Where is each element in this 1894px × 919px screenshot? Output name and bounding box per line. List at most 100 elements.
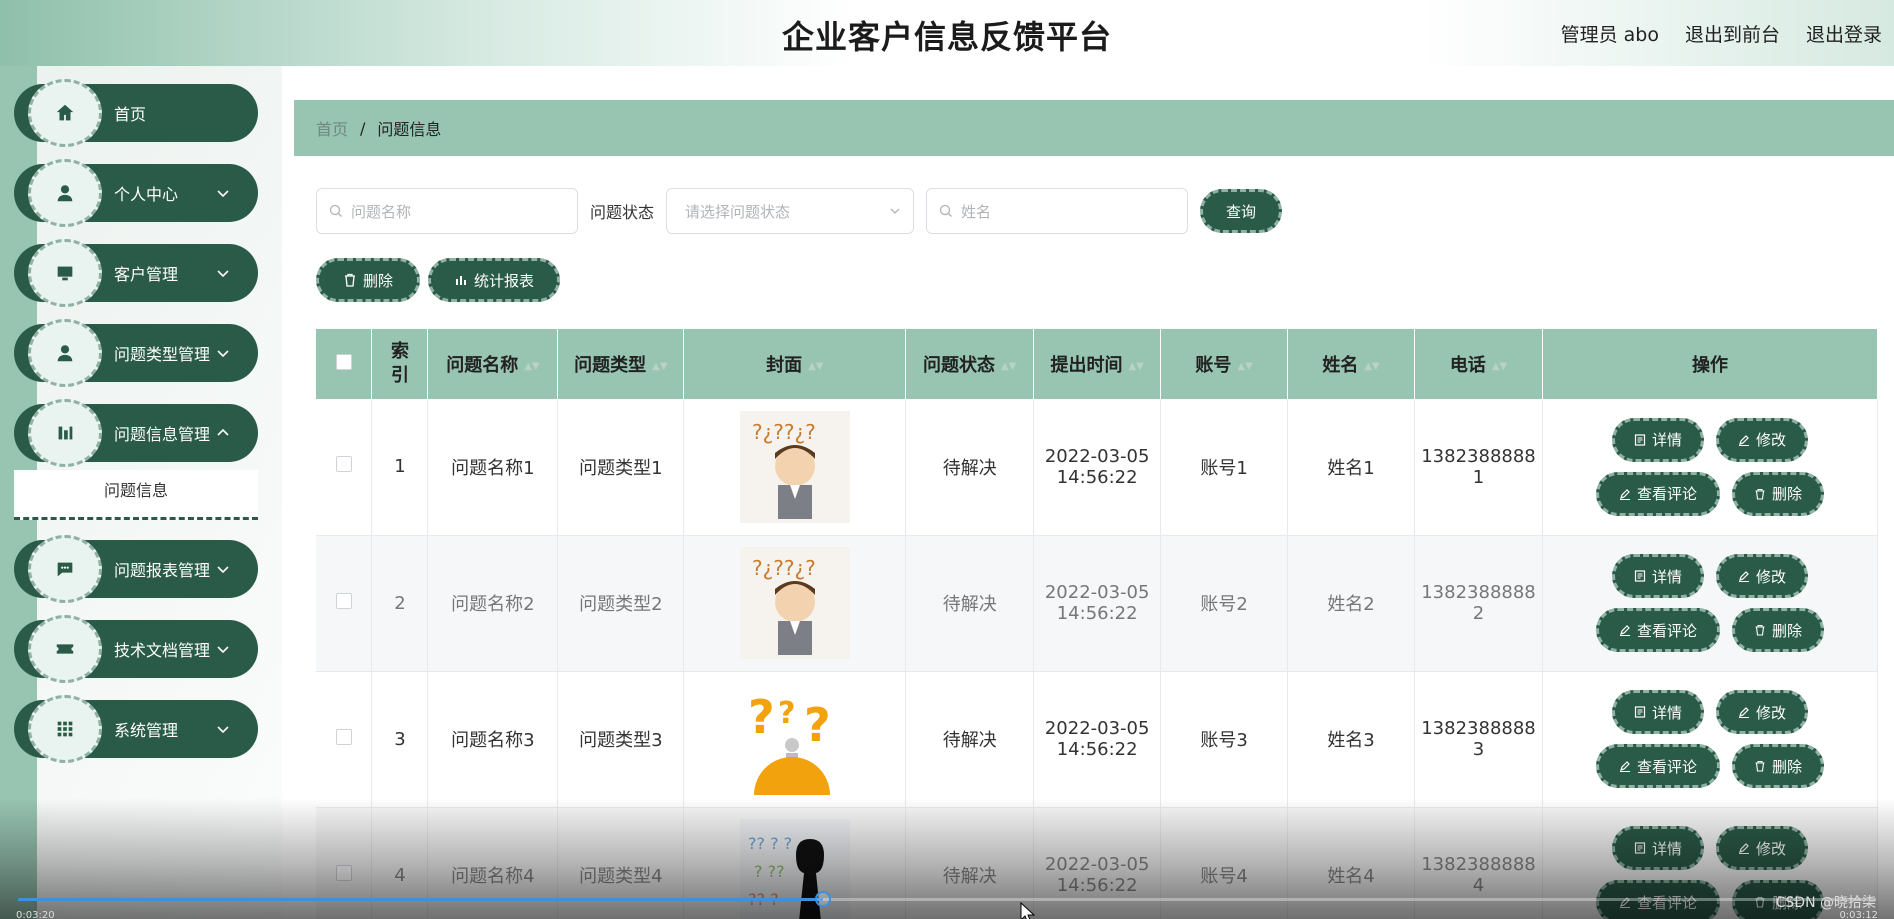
- column-header[interactable]: 封面 ▲▼: [683, 329, 907, 399]
- watermark: CSDN @晓拾柒: [1775, 895, 1876, 911]
- row-checkbox[interactable]: [335, 728, 352, 745]
- submit-time-cell: 2022-03-0514:56:22: [1033, 535, 1162, 672]
- sidebar-subitem-question-info[interactable]: 问题信息: [14, 470, 258, 520]
- breadcrumb-separator: /: [360, 118, 366, 138]
- sidebar-item-personal-center[interactable]: 个人中心: [14, 159, 258, 227]
- cover-cell: ?¿??¿?: [683, 535, 907, 672]
- column-header[interactable]: 提出时间 ▲▼: [1033, 329, 1162, 399]
- sort-icon[interactable]: ▲▼: [1128, 361, 1143, 372]
- index-cell: 1: [371, 399, 429, 536]
- delete-button[interactable]: 删除: [1732, 608, 1824, 652]
- document-icon: [1634, 434, 1646, 446]
- sort-icon[interactable]: ▲▼: [1237, 361, 1252, 372]
- status-select[interactable]: 请选择问题状态: [666, 188, 915, 234]
- chevron-up-icon: [216, 426, 230, 440]
- view-comments-button[interactable]: 查看评论: [1596, 608, 1720, 652]
- sidebar: 首页 个人中心 客户管理 问题类型管理 问题信息管理 问题信息 问题报表管理 技…: [14, 79, 258, 780]
- status-placeholder: 请选择问题状态: [685, 202, 791, 221]
- column-header[interactable]: 电话 ▲▼: [1414, 329, 1543, 399]
- pencil-icon: [1738, 571, 1749, 582]
- table-row: 1 问题名称1 问题类型1 ?¿??¿? 待解决 2022-03-05 14:56:22 账号…: [316, 399, 1878, 536]
- table-header-row: 索引 问题名称 ▲▼ 问题类型 ▲▼ 封面 ▲▼ 问题状态 ▲▼ 提出时间 ▲▼ 账号 ▲▼…: [316, 329, 1878, 399]
- phone-cell: 1382388888 3: [1414, 671, 1543, 808]
- sidebar-item-system[interactable]: 系统管理: [14, 695, 258, 763]
- select-all-checkbox[interactable]: [335, 353, 352, 370]
- query-button[interactable]: 查询: [1200, 189, 1283, 233]
- sidebar-item-customer[interactable]: 客户管理: [14, 239, 258, 307]
- column-header: 索引: [371, 329, 429, 399]
- username-input[interactable]: 姓名: [926, 188, 1189, 234]
- sidebar-item-question-info[interactable]: 问题信息管理: [14, 399, 258, 467]
- cover-image[interactable]: ???: [684, 683, 905, 795]
- home-icon: [28, 79, 102, 147]
- delete-button[interactable]: 删除: [1732, 471, 1824, 516]
- status-cell: 待解决: [905, 671, 1035, 808]
- pencil-icon: [1619, 761, 1630, 772]
- phone-cell: 1382388888 1: [1414, 399, 1543, 536]
- account-cell: 账号3: [1160, 671, 1289, 808]
- question-type-cell: 问题类型1: [557, 399, 685, 536]
- detail-button[interactable]: 详情: [1612, 417, 1704, 462]
- column-header[interactable]: 问题状态 ▲▼: [905, 329, 1035, 399]
- edit-button[interactable]: 修改: [1716, 554, 1808, 598]
- document-icon: [1634, 570, 1646, 582]
- sidebar-item-tech-docs[interactable]: 技术文档管理: [14, 615, 258, 683]
- pencil-icon: [1619, 625, 1630, 636]
- svg-text:?¿??¿?: ?¿??¿?: [752, 556, 816, 580]
- question-name-input[interactable]: 问题名称: [316, 188, 578, 234]
- admin-user-link[interactable]: 管理员 abo: [1561, 20, 1659, 47]
- video-progress-knob[interactable]: [814, 891, 831, 907]
- view-comments-button[interactable]: 查看评论: [1596, 471, 1720, 516]
- detail-button[interactable]: 详情: [1612, 690, 1704, 734]
- chevron-down-icon: [216, 186, 230, 200]
- sort-icon[interactable]: ▲▼: [808, 361, 823, 372]
- sort-icon[interactable]: ▲▼: [652, 361, 667, 372]
- report-label: 统计报表: [473, 271, 534, 290]
- column-header[interactable]: 问题类型 ▲▼: [557, 329, 685, 399]
- row-checkbox[interactable]: [335, 592, 352, 609]
- search-bar: 问题名称 问题状态 请选择问题状态 姓名 查询: [316, 188, 1283, 234]
- breadcrumb-home[interactable]: 首页: [316, 116, 348, 140]
- user-icon: [28, 319, 102, 387]
- message-icon: [28, 535, 102, 603]
- toolbar: 删除 统计报表: [316, 258, 560, 302]
- cover-image[interactable]: ?¿??¿?: [684, 410, 905, 523]
- back-to-frontend-link[interactable]: 退出到前台: [1685, 20, 1780, 47]
- batch-delete-button[interactable]: 删除: [316, 258, 420, 302]
- status-cell: 待解决: [905, 399, 1035, 536]
- question-name-placeholder: 问题名称: [351, 202, 412, 221]
- column-header[interactable]: 姓名 ▲▼: [1287, 329, 1416, 399]
- trash-icon: [1755, 488, 1765, 500]
- detail-button[interactable]: 详情: [1612, 554, 1704, 598]
- actions-cell: 详情修改查看评论删除: [1542, 399, 1878, 536]
- column-header[interactable]: 问题名称 ▲▼: [427, 329, 559, 399]
- cover-image[interactable]: ?¿??¿?: [684, 547, 905, 659]
- delete-button[interactable]: 删除: [1732, 744, 1824, 788]
- logout-link[interactable]: 退出登录: [1806, 20, 1882, 47]
- column-header[interactable]: 账号 ▲▼: [1160, 329, 1289, 399]
- search-icon: [939, 204, 952, 217]
- status-cell: 待解决: [905, 535, 1035, 672]
- sort-icon[interactable]: ▲▼: [524, 361, 539, 372]
- view-comments-button[interactable]: 查看评论: [1596, 744, 1720, 788]
- sort-icon[interactable]: ▲▼: [1364, 361, 1379, 372]
- sidebar-item-question-report[interactable]: 问题报表管理: [14, 535, 258, 603]
- actions-cell: 详情修改查看评论删除: [1542, 671, 1878, 808]
- sort-icon[interactable]: ▲▼: [1492, 361, 1507, 372]
- edit-button[interactable]: 修改: [1716, 690, 1808, 734]
- breadcrumb: 首页 / 问题信息: [294, 100, 1894, 156]
- submit-time-cell: 2022-03-0514:56:22: [1033, 671, 1162, 808]
- svg-text:?: ?: [778, 696, 795, 731]
- sort-icon[interactable]: ▲▼: [1001, 361, 1016, 372]
- sidebar-item-question-type[interactable]: 问题类型管理: [14, 319, 258, 387]
- row-select-cell: [316, 399, 373, 536]
- svg-text:?: ?: [748, 690, 775, 744]
- row-checkbox[interactable]: [335, 456, 352, 473]
- video-progress-bar[interactable]: [18, 891, 1876, 907]
- edit-button[interactable]: 修改: [1716, 417, 1808, 462]
- pencil-icon: [1738, 434, 1749, 446]
- person-name-cell: 姓名1: [1287, 399, 1416, 536]
- cover-cell: ?¿??¿?: [683, 399, 907, 536]
- report-button[interactable]: 统计报表: [428, 258, 560, 302]
- sidebar-item-home[interactable]: 首页: [14, 79, 258, 147]
